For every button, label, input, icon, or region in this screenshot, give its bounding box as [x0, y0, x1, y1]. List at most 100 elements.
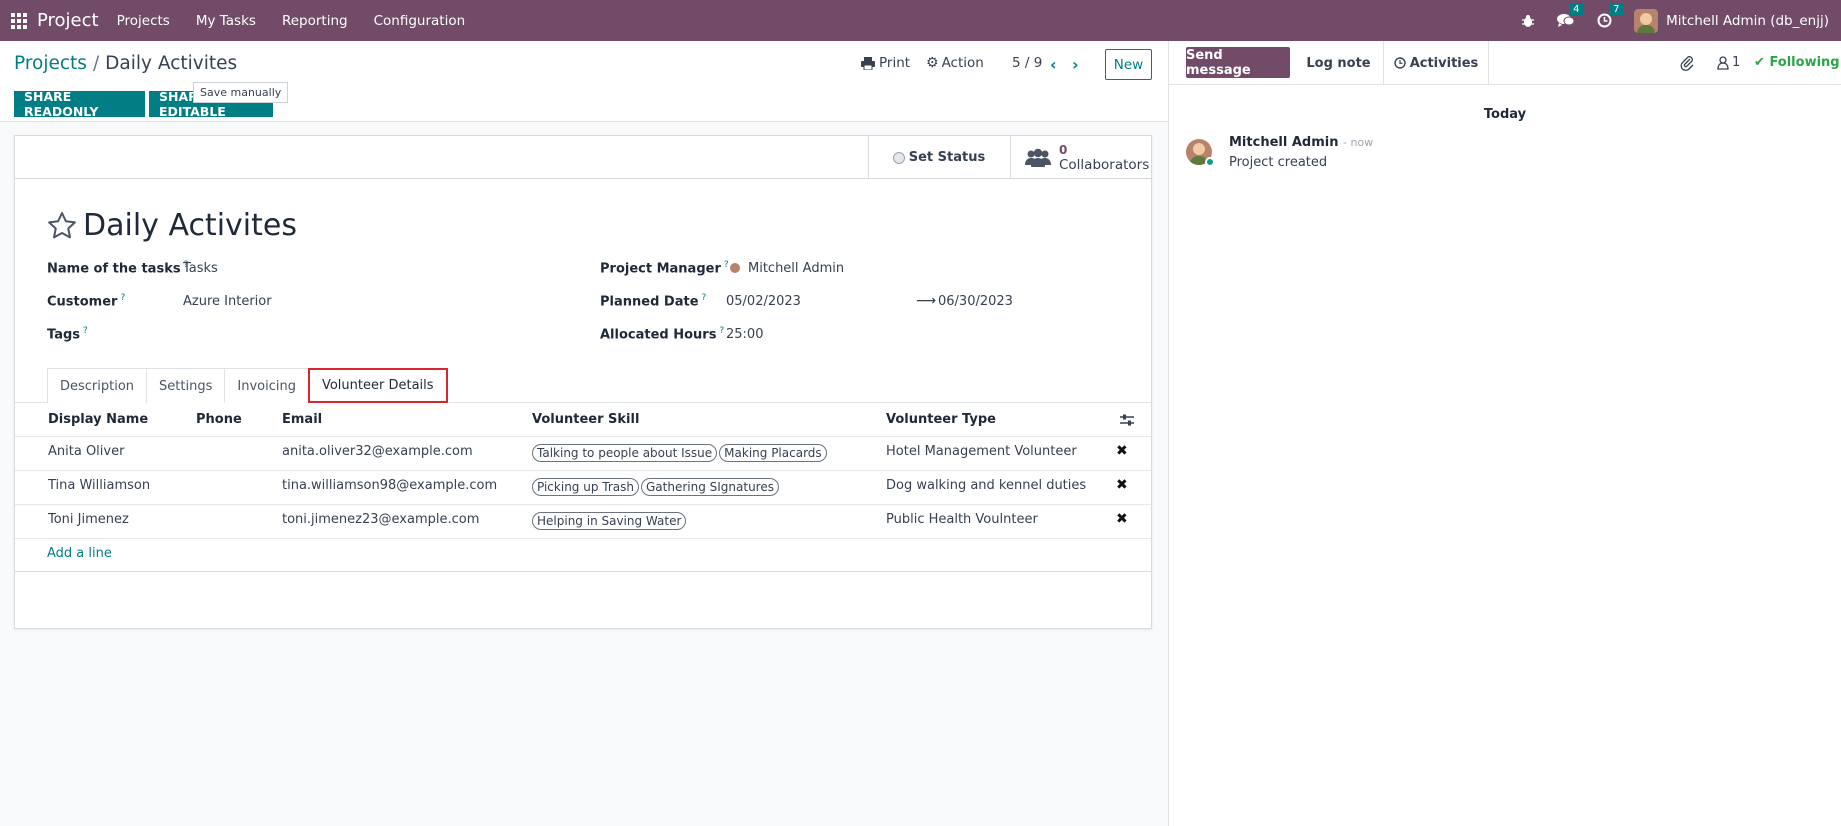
col-display-name[interactable]: Display Name — [48, 412, 148, 427]
menu-projects[interactable]: Projects — [117, 13, 170, 29]
save-manually-tooltip: Save manually — [193, 82, 289, 103]
row-volunteer-type[interactable]: Dog walking and kennel duties — [886, 478, 1086, 493]
app-brand[interactable]: Project — [37, 10, 99, 31]
manager-avatar — [730, 263, 740, 273]
allocated-hours-value[interactable]: 25:00 — [726, 327, 763, 342]
user-avatar — [1634, 8, 1659, 33]
tasks-name-label: Name of the tasks? — [47, 260, 189, 277]
activities-clock-icon[interactable]: 7 — [1597, 3, 1624, 28]
skill-tag: Helping in Saving Water — [532, 512, 687, 530]
message-time: - now — [1342, 136, 1374, 149]
delete-row-icon[interactable]: ✖ — [1116, 511, 1128, 527]
chatter-topbar: Send message Log note Activities 1 ✔ Fol… — [1169, 41, 1841, 85]
planned-date-end[interactable]: 06/30/2023 — [938, 294, 1013, 309]
row-email[interactable]: anita.oliver32@example.com — [282, 444, 473, 459]
row-volunteer-type[interactable]: Hotel Management Volunteer — [886, 444, 1077, 459]
star-icon[interactable] — [47, 211, 77, 240]
delete-row-icon[interactable]: ✖ — [1116, 477, 1128, 493]
col-phone[interactable]: Phone — [196, 412, 242, 427]
new-button[interactable]: New — [1105, 49, 1152, 80]
tab-description[interactable]: Description — [47, 368, 148, 403]
tasks-name-value[interactable]: Tasks — [183, 261, 218, 276]
apps-menu-button[interactable] — [2, 0, 36, 41]
tab-volunteer-details[interactable]: Volunteer Details — [307, 368, 448, 403]
action-button[interactable]: ⚙ Action — [926, 55, 984, 71]
help-mark[interactable]: ? — [702, 293, 707, 303]
tab-invoicing[interactable]: Invoicing — [224, 368, 309, 403]
activities-button[interactable]: Activities — [1384, 41, 1489, 85]
col-volunteer-type[interactable]: Volunteer Type — [886, 412, 996, 427]
row-email[interactable]: tina.williamson98@example.com — [282, 478, 497, 493]
users-icon — [1025, 148, 1051, 167]
customer-value[interactable]: Azure Interior — [183, 294, 272, 309]
print-label: Print — [879, 55, 911, 71]
messages-icon[interactable]: 4 — [1557, 3, 1584, 28]
clock-icon — [1394, 57, 1406, 69]
row-skills[interactable]: Picking up Trash Gathering SIgnatures — [532, 478, 781, 496]
row-display-name[interactable]: Anita Oliver — [48, 444, 124, 459]
pager-value[interactable]: 5 / 9 — [1012, 55, 1042, 71]
column-settings-icon[interactable] — [1120, 414, 1134, 426]
check-icon: ✔ — [1754, 55, 1765, 70]
online-status-icon — [1205, 157, 1215, 167]
apps-grid-icon — [11, 12, 27, 29]
allocated-hours-label: Allocated Hours? — [600, 326, 725, 343]
menu-configuration[interactable]: Configuration — [374, 13, 466, 29]
paperclip-icon[interactable] — [1680, 55, 1694, 71]
set-status-label: Set Status — [908, 150, 986, 165]
add-line-link[interactable]: Add a line — [47, 546, 112, 561]
project-manager-value[interactable]: Mitchell Admin — [730, 261, 844, 276]
row-volunteer-type[interactable]: Public Health Voulnteer — [886, 512, 1038, 527]
messages-badge: 4 — [1569, 3, 1584, 16]
pager-next-icon[interactable]: › — [1072, 55, 1079, 74]
project-title[interactable]: Daily Activites — [83, 208, 297, 243]
help-mark[interactable]: ? — [83, 326, 88, 336]
notebook-tabs: Description Settings Invoicing Volunteer… — [47, 368, 448, 403]
set-status-button[interactable]: Set Status — [868, 136, 1009, 179]
customer-label: Customer? — [47, 293, 126, 310]
row-display-name[interactable]: Toni Jimenez — [48, 512, 129, 527]
tab-settings[interactable]: Settings — [146, 368, 226, 403]
row-display-name[interactable]: Tina Williamson — [48, 478, 150, 493]
help-mark[interactable]: ? — [724, 260, 729, 270]
tags-label: Tags? — [47, 326, 88, 343]
menu-reporting[interactable]: Reporting — [282, 13, 348, 29]
project-manager-label: Project Manager? — [600, 260, 729, 277]
help-mark[interactable]: ? — [120, 293, 125, 303]
breadcrumb: Projects / Daily Activites — [14, 53, 237, 74]
activities-label: Activities — [1409, 55, 1479, 71]
status-circle-icon — [892, 151, 905, 164]
user-name: Mitchell Admin (db_enjj) — [1666, 12, 1829, 29]
row-skills[interactable]: Talking to people about Issue Making Plac… — [532, 444, 829, 462]
activities-badge: 7 — [1609, 3, 1624, 16]
followers-count: 1 — [1732, 55, 1741, 70]
debug-bug-icon[interactable] — [1521, 14, 1535, 28]
breadcrumb-projects[interactable]: Projects — [14, 53, 87, 74]
following-label: Following — [1769, 55, 1840, 70]
followers-button[interactable]: 1 — [1717, 55, 1740, 70]
planned-date-start[interactable]: 05/02/2023 — [726, 294, 801, 309]
help-mark[interactable]: ? — [719, 326, 724, 336]
menu-my-tasks[interactable]: My Tasks — [196, 13, 256, 29]
collaborators-button[interactable]: 0 Collaborators — [1010, 136, 1151, 179]
skill-tag: Talking to people about Issue — [532, 444, 718, 462]
send-message-button[interactable]: Send message — [1186, 47, 1290, 78]
message-author-name[interactable]: Mitchell Admin — [1229, 135, 1338, 150]
pager-previous-icon[interactable]: ‹ — [1050, 55, 1057, 74]
col-email[interactable]: Email — [282, 412, 322, 427]
user-menu[interactable]: Mitchell Admin (db_enjj) — [1634, 8, 1829, 33]
share-readonly-button[interactable]: SHARE READONLY — [14, 89, 145, 119]
chatter-panel: Send message Log note Activities 1 ✔ Fol… — [1168, 41, 1841, 826]
control-panel: Projects / Daily Activites Print ⚙ Action … — [0, 41, 1168, 122]
top-navbar: Project Projects My Tasks Reporting Conf… — [0, 0, 1841, 41]
message-author: Mitchell Admin - now — [1229, 135, 1373, 150]
gear-icon: ⚙ — [926, 55, 939, 71]
row-skills[interactable]: Helping in Saving Water — [532, 512, 688, 530]
delete-row-icon[interactable]: ✖ — [1116, 443, 1128, 459]
row-email[interactable]: toni.jimenez23@example.com — [282, 512, 479, 527]
following-button[interactable]: ✔ Following — [1754, 55, 1840, 70]
col-volunteer-skill[interactable]: Volunteer Skill — [532, 412, 639, 427]
log-note-button[interactable]: Log note — [1294, 41, 1384, 85]
print-button[interactable]: Print — [861, 55, 910, 71]
planned-date-label: Planned Date? — [600, 293, 707, 310]
